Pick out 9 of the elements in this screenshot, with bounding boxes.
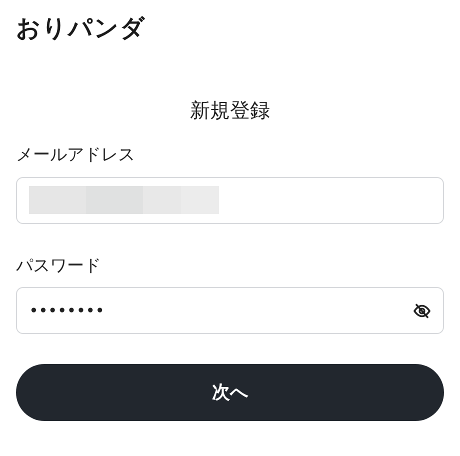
email-field[interactable]	[16, 176, 444, 224]
field-label: パスワード	[16, 256, 101, 276]
field-label: メールアドレス	[16, 145, 135, 165]
password-field[interactable]: ••••••••	[16, 287, 444, 334]
eye-slash-icon[interactable]	[413, 302, 431, 320]
logo[interactable]: おりパンダ	[16, 14, 146, 42]
page-title: 新規登録	[190, 98, 270, 122]
next-button[interactable]: 次へ	[16, 364, 444, 421]
password-value: ••••••••	[29, 300, 104, 322]
